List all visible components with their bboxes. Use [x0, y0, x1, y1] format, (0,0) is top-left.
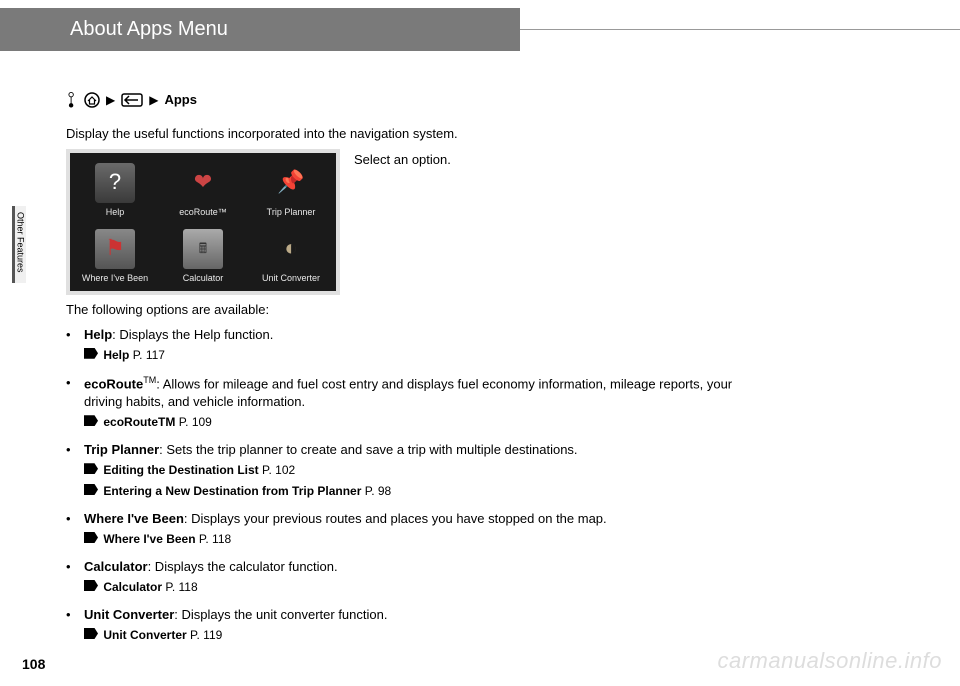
option-desc: : Displays the calculator function. — [148, 559, 338, 574]
app-tripplanner: 📌 Trip Planner — [248, 157, 334, 221]
option-body: Calculator: Displays the calculator func… — [84, 558, 766, 576]
option-desc: : Displays your previous routes and plac… — [184, 511, 607, 526]
side-instruction: Select an option. — [354, 149, 451, 169]
ref-line: Editing the Destination List P. 102 — [84, 462, 766, 479]
bullet-icon: • — [66, 374, 84, 412]
app-ecoroute: ❤ ecoRoute™ — [160, 157, 246, 221]
ref-line: Unit Converter P. 119 — [84, 627, 766, 644]
app-label: Help — [106, 206, 125, 219]
page-title: About Apps Menu — [0, 8, 520, 51]
option-ecoroute: • ecoRouteTM: Allows for mileage and fue… — [66, 374, 766, 412]
option-body: Trip Planner: Sets the trip planner to c… — [84, 441, 766, 459]
ref-page: P. 109 — [179, 415, 212, 429]
option-desc: : Allows for mileage and fuel cost entry… — [84, 376, 732, 409]
tm-mark: TM — [143, 375, 156, 385]
ref-text: Entering a New Destination from Trip Pla… — [103, 484, 361, 498]
app-help: ? Help — [72, 157, 158, 221]
back-icon — [121, 93, 143, 107]
content-area: ▶ ▶ Apps Display the useful functions in… — [66, 91, 766, 644]
ref-line: Calculator P. 118 — [84, 579, 766, 596]
option-unitconverter: • Unit Converter: Displays the unit conv… — [66, 606, 766, 624]
ref-text: ecoRouteTM — [103, 415, 175, 429]
sidebar-tab: Other Features — [12, 206, 26, 283]
ref-line: Entering a New Destination from Trip Pla… — [84, 483, 766, 500]
ref-page: P. 118 — [199, 532, 231, 546]
ref-text: Where I've Been — [103, 532, 195, 546]
ref-text: Help — [103, 348, 129, 362]
option-title: Help — [84, 327, 112, 342]
app-unitconverter: ◐ Unit Converter — [248, 223, 334, 287]
ref-page: P. 117 — [133, 348, 165, 362]
option-body: Where I've Been: Displays your previous … — [84, 510, 766, 528]
option-title: Trip Planner — [84, 442, 159, 457]
whereivebeen-icon: ⚑ — [95, 229, 135, 269]
ref-line: Help P. 117 — [84, 347, 766, 364]
nav-arrow-2: ▶ — [149, 92, 158, 109]
bullet-icon: • — [66, 606, 84, 624]
bullet-icon: • — [66, 558, 84, 576]
ref-page: P. 102 — [262, 463, 295, 477]
option-title: Calculator — [84, 559, 148, 574]
ref-text: Editing the Destination List — [103, 463, 258, 477]
app-label: Trip Planner — [267, 206, 316, 219]
nav-arrow-1: ▶ — [106, 92, 115, 109]
unitconverter-icon: ◐ — [271, 229, 311, 269]
bullet-icon: • — [66, 441, 84, 459]
nav-apps-label: Apps — [164, 91, 197, 109]
option-desc: : Displays the Help function. — [112, 327, 273, 342]
option-body: ecoRouteTM: Allows for mileage and fuel … — [84, 374, 766, 412]
option-body: Help: Displays the Help function. — [84, 326, 766, 344]
ref-arrow-icon — [84, 348, 98, 359]
ref-text: Calculator — [103, 580, 162, 594]
home-icon — [84, 92, 100, 108]
ecoroute-icon: ❤ — [183, 163, 223, 203]
app-whereivebeen: ⚑ Where I've Been — [72, 223, 158, 287]
option-desc: : Sets the trip planner to create and sa… — [159, 442, 577, 457]
header-bar: About Apps Menu — [0, 8, 960, 51]
option-body: Unit Converter: Displays the unit conver… — [84, 606, 766, 624]
tripplanner-icon: 📌 — [271, 163, 311, 203]
header-rule — [520, 29, 960, 30]
app-label: ecoRoute™ — [179, 206, 227, 219]
options-intro: The following options are available: — [66, 301, 766, 319]
option-whereivebeen: • Where I've Been: Displays your previou… — [66, 510, 766, 528]
ref-arrow-icon — [84, 580, 98, 591]
bullet-icon: • — [66, 510, 84, 528]
option-title: Where I've Been — [84, 511, 184, 526]
ref-page: P. 98 — [365, 484, 391, 498]
ref-arrow-icon — [84, 463, 98, 474]
option-calculator: • Calculator: Displays the calculator fu… — [66, 558, 766, 576]
nav-breadcrumb: ▶ ▶ Apps — [66, 91, 766, 109]
bullet-icon: • — [66, 326, 84, 344]
ref-page: P. 118 — [165, 580, 197, 594]
screenshot-row: ? Help ❤ ecoRoute™ 📌 Trip Planner ⚑ Wher… — [66, 149, 766, 295]
ref-line: Where I've Been P. 118 — [84, 531, 766, 548]
gesture-icon — [66, 92, 78, 108]
page-number: 108 — [22, 656, 45, 672]
ref-page: P. 119 — [190, 628, 222, 642]
option-desc: : Displays the unit converter function. — [174, 607, 387, 622]
option-help: • Help: Displays the Help function. — [66, 326, 766, 344]
help-icon: ? — [95, 163, 135, 203]
option-title: ecoRoute — [84, 376, 143, 391]
option-tripplanner: • Trip Planner: Sets the trip planner to… — [66, 441, 766, 459]
app-label: Calculator — [183, 272, 224, 285]
app-label: Unit Converter — [262, 272, 320, 285]
ref-arrow-icon — [84, 415, 98, 426]
ref-arrow-icon — [84, 532, 98, 543]
apps-screenshot: ? Help ❤ ecoRoute™ 📌 Trip Planner ⚑ Wher… — [66, 149, 340, 295]
ref-arrow-icon — [84, 484, 98, 495]
option-title: Unit Converter — [84, 607, 174, 622]
ref-line: ecoRouteTM P. 109 — [84, 414, 766, 431]
ref-text: Unit Converter — [103, 628, 186, 642]
app-label: Where I've Been — [82, 272, 148, 285]
apps-grid: ? Help ❤ ecoRoute™ 📌 Trip Planner ⚑ Wher… — [70, 153, 336, 291]
app-calculator: 🖩 Calculator — [160, 223, 246, 287]
sidebar-label: Other Features — [16, 212, 26, 273]
intro-text: Display the useful functions incorporate… — [66, 125, 766, 143]
watermark: carmanualsonline.info — [717, 648, 942, 674]
calculator-icon: 🖩 — [183, 229, 223, 269]
ref-arrow-icon — [84, 628, 98, 639]
